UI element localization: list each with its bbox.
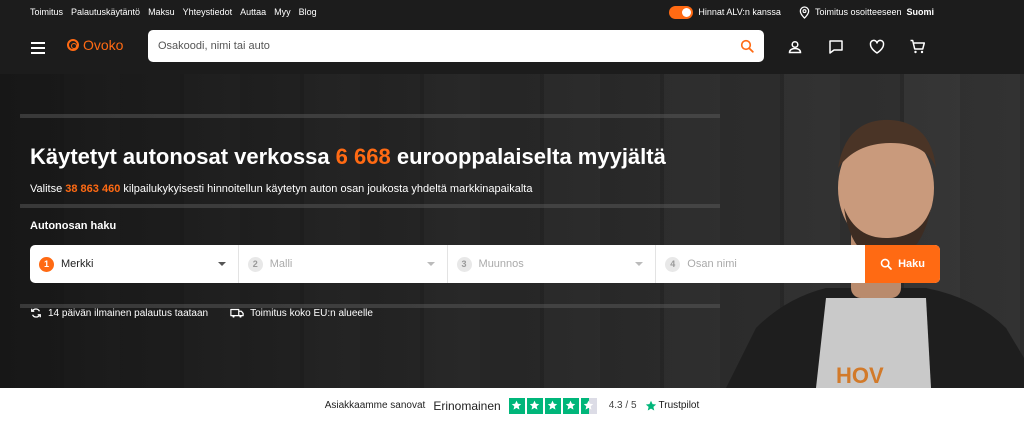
main-nav: Ovoko [0,24,1024,74]
step-number: 4 [665,256,681,272]
star-icon [526,397,543,414]
top-right: Hinnat ALV:n kanssa Toimitus osoitteesee… [669,0,934,24]
star-icon [562,397,579,414]
trust-stars [508,397,597,414]
top-link-myy[interactable]: Myy [274,7,291,17]
hero-subtitle-post: kilpailukykyisesti hinnoitellun käytetyn… [120,183,533,195]
vat-label: Hinnat ALV:n kanssa [698,7,781,17]
truck-icon [230,308,244,318]
trust-score: 4.3 / 5 [608,400,637,411]
part-name-input[interactable]: 4 Osan nimi [656,245,865,283]
trustpilot-star-icon [645,400,656,410]
part-search-label: Autonosan haku [30,220,117,232]
vat-toggle[interactable] [669,5,694,19]
top-link-maksu[interactable]: Maksu [148,7,175,17]
top-link-toimitus[interactable]: Toimitus [30,7,63,17]
logo-text: Ovoko [83,37,124,53]
search-icon[interactable] [740,39,754,53]
menu-icon[interactable] [31,42,45,54]
make-select-label: Merkki [61,258,94,270]
part-search-form: 1 Merkki 2 Malli 3 Muunnos 4 Osan nimi H… [30,245,940,283]
step-number: 1 [39,256,54,272]
top-link-auttaa[interactable]: Auttaa [240,7,266,17]
top-link-yhteystiedot[interactable]: Yhteystiedot [183,7,233,17]
trustpilot-logo: Trustpilot [645,400,700,412]
trust-prefix: Asiakkaamme sanovat [324,400,426,411]
cart-icon[interactable] [909,38,927,56]
logo[interactable]: Ovoko [67,37,123,53]
search-input[interactable] [158,40,740,52]
hero-subtitle: Valitse 38 863 460 kilpailukykyisesti hi… [30,183,532,195]
search-bar [148,30,764,62]
hero-person-image: HOV [726,119,1024,388]
svg-text:HOV: HOV [836,363,884,388]
make-select[interactable]: 1 Merkki [30,245,239,283]
hero-title: Käytetyt autonosat verkossa 6 668 euroop… [30,144,666,170]
background-shelf [20,204,720,208]
chevron-down-icon [635,262,644,266]
half-star-icon [580,397,597,414]
benefit-shipping: Toimitus koko EU:n alueelle [230,307,373,319]
benefit-returns: 14 päivän ilmainen palautus taataan [30,307,208,319]
variant-select-label: Muunnos [478,258,524,270]
model-select-label: Malli [269,258,293,270]
shipping-selector[interactable]: Toimitus osoitteeseen Suomi [799,5,934,19]
seller-count: 6 668 [335,144,391,169]
chevron-down-icon [426,262,435,266]
top-links: Toimitus Palautuskäytäntö Maksu Yhteysti… [30,7,317,17]
top-link-blog[interactable]: Blog [299,7,317,17]
logo-mark-icon [67,39,79,51]
background-shelf [20,114,720,118]
nav-icons [786,38,927,56]
parts-count: 38 863 460 [65,183,121,195]
model-select[interactable]: 2 Malli [239,245,448,283]
hero-title-pre: Käytetyt autonosat verkossa [30,144,336,169]
chevron-down-icon [217,262,226,266]
account-icon[interactable] [786,38,804,56]
shipping-prefix: Toimitus osoitteeseen [814,7,902,17]
shipping-country: Suomi [906,7,934,17]
location-pin-icon [799,5,810,19]
hero-subtitle-pre: Valitse [30,183,66,195]
trustpilot-brand: Trustpilot [658,400,700,411]
trust-rating-word: Erinomainen [433,398,501,413]
trustpilot-bar[interactable]: Asiakkaamme sanovat Erinomainen 4.3 / 5 … [0,388,1024,423]
search-icon [880,258,892,270]
benefit-shipping-text: Toimitus koko EU:n alueelle [250,307,373,319]
step-number: 2 [247,256,263,272]
hero-banner: HOV Käytetyt autonosat verkossa 6 668 eu… [0,74,1024,388]
chat-icon[interactable] [827,38,845,56]
heart-icon[interactable] [868,38,886,56]
benefit-returns-text: 14 päivän ilmainen palautus taataan [48,307,209,319]
search-button-label: Haku [898,258,925,270]
star-icon [544,397,561,414]
top-link-palautus[interactable]: Palautuskäytäntö [71,7,140,17]
star-icon [508,397,525,414]
top-bar: Toimitus Palautuskäytäntö Maksu Yhteysti… [0,0,1024,24]
search-button[interactable]: Haku [865,245,940,283]
return-icon [31,308,41,318]
variant-select[interactable]: 3 Muunnos [448,245,657,283]
benefits-row: 14 päivän ilmainen palautus taataan Toim… [30,307,373,319]
vat-toggle-group: Hinnat ALV:n kanssa [669,5,781,19]
hero-title-post: eurooppalaiselta myyjältä [390,144,666,169]
step-number: 3 [456,256,472,272]
part-name-label: Osan nimi [687,258,737,270]
